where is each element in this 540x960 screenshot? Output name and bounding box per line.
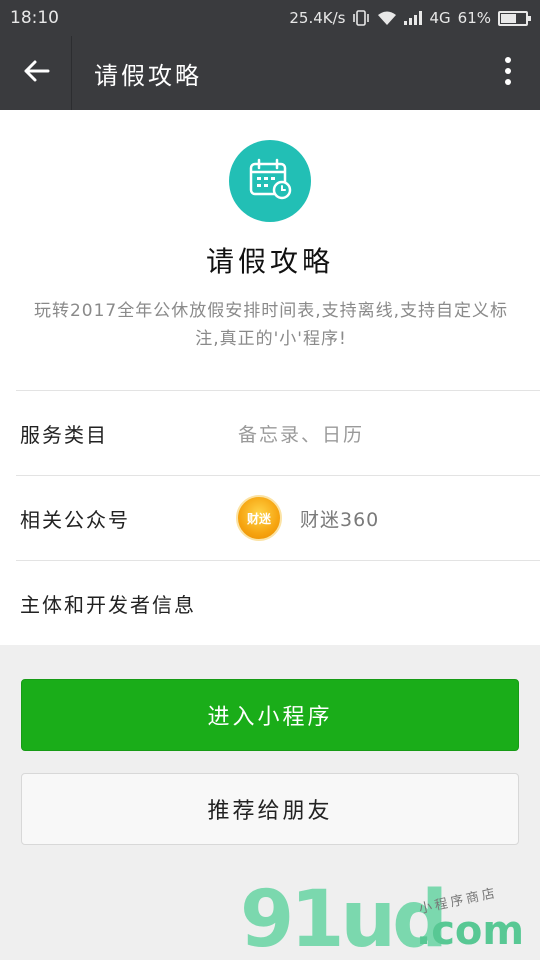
service-category-label: 服务类目	[20, 422, 108, 447]
service-category-row: 服务类目 备忘录、日历	[16, 390, 540, 475]
status-bar: 18:10 25.4K/s 4G 61%	[0, 0, 540, 36]
more-button[interactable]	[476, 36, 540, 110]
network-type: 4G	[429, 9, 451, 27]
vibrate-icon	[352, 10, 370, 26]
page-title: 请假攻略	[94, 61, 202, 90]
related-account-label: 相关公众号	[20, 507, 130, 532]
service-category-value: 备忘录、日历	[238, 423, 365, 446]
title-bar: 请假攻略	[0, 36, 540, 110]
watermark-logo: 91ud	[240, 875, 448, 960]
app-description: 玩转2017全年公休放假安排时间表,支持离线,支持自定义标注,真正的'小'程序!	[33, 301, 509, 349]
watermark: 91ud .com 小程序商店	[240, 880, 540, 960]
network-speed: 25.4K/s	[289, 9, 346, 27]
arrow-left-icon	[22, 59, 50, 87]
status-indicators: 25.4K/s 4G 61%	[289, 9, 531, 27]
recommend-to-friend-button[interactable]: 推荐给朋友	[21, 773, 519, 845]
related-account-row[interactable]: 相关公众号 财迷 财迷360	[16, 475, 540, 560]
app-name: 请假攻略	[205, 245, 334, 278]
battery-percent: 61%	[457, 9, 491, 27]
enter-mini-program-button[interactable]: 进入小程序	[21, 679, 519, 751]
app-icon	[229, 140, 311, 222]
developer-info-row[interactable]: 主体和开发者信息	[16, 560, 540, 645]
account-name: 财迷360	[300, 508, 380, 531]
account-avatar: 财迷	[236, 495, 282, 541]
more-vertical-icon	[504, 56, 512, 90]
watermark-domain: .com	[416, 908, 525, 954]
signal-icon	[404, 11, 423, 25]
back-button[interactable]	[0, 36, 72, 110]
app-info-card: 请假攻略 玩转2017全年公休放假安排时间表,支持离线,支持自定义标注,真正的'…	[0, 110, 540, 645]
wifi-icon	[377, 10, 397, 26]
calendar-clock-icon	[247, 156, 293, 206]
developer-info-label: 主体和开发者信息	[20, 592, 196, 617]
related-account[interactable]: 财迷 财迷360	[236, 495, 379, 541]
battery-icon	[498, 10, 531, 26]
status-time: 18:10	[10, 8, 59, 28]
